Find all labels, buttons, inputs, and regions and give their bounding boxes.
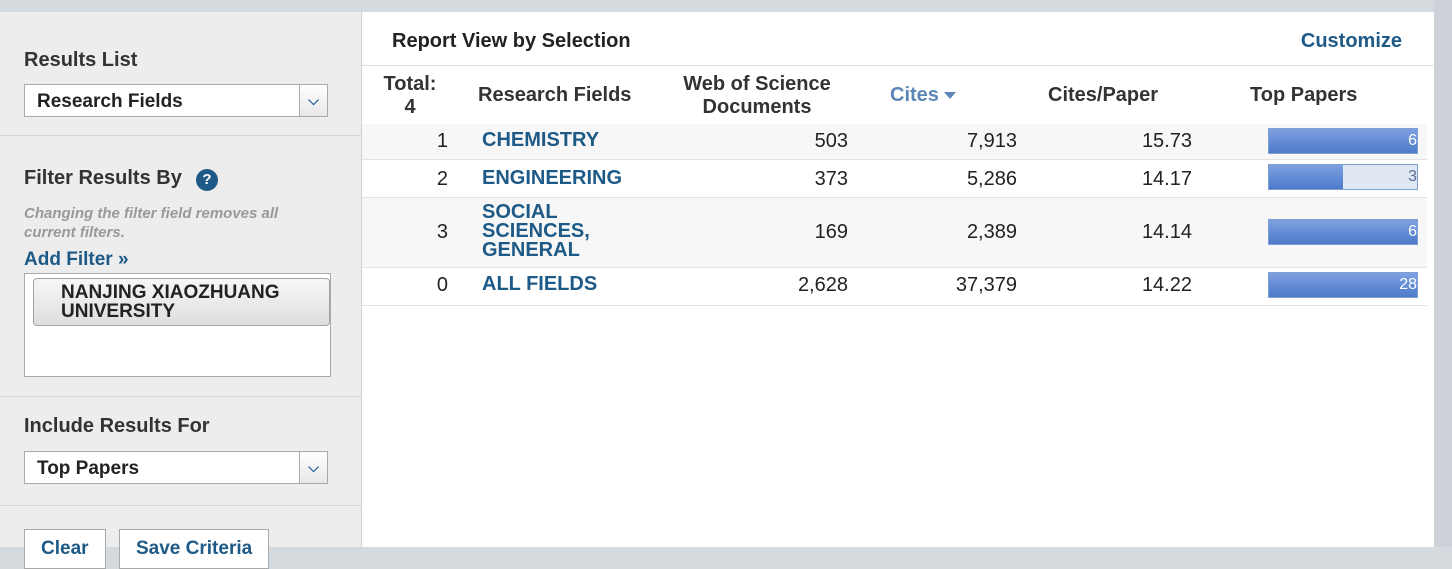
help-icon[interactable]: ? [196, 169, 218, 191]
add-filter-link[interactable]: Add Filter » [24, 249, 129, 271]
chevron-down-icon[interactable]: ⌵ [299, 452, 327, 483]
header-docs-line2: Documents [702, 96, 812, 118]
top-papers-bar: 6 [1268, 219, 1418, 245]
header-total: Total: 4 [382, 73, 438, 119]
filter-chip-label: NANJING XIAOZHUANG UNIVERSITY [61, 282, 280, 322]
table-row: 0 ALL FIELDS 2,628 37,379 14.22 28 [362, 268, 1427, 306]
save-criteria-button[interactable]: Save Criteria [119, 529, 270, 569]
row-field-link[interactable]: ALL FIELDS [482, 274, 622, 294]
clear-button[interactable]: Clear [24, 529, 106, 569]
row-cites: 2,389 [966, 221, 1017, 243]
filter-list: NANJING XIAOZHUANG UNIVERSITY [24, 273, 331, 377]
top-papers-value: 3 [1408, 168, 1417, 185]
row-rank: 0 [436, 274, 448, 296]
top-papers-bar: 28 [1268, 272, 1418, 298]
results-list-section: Results List Research Fields ⌵ [0, 12, 361, 136]
top-papers-bar-fill [1269, 220, 1417, 244]
header-top-papers: Top Papers [1250, 84, 1358, 106]
row-rank: 1 [436, 130, 448, 152]
row-docs: 503 [814, 130, 848, 152]
top-papers-bar: 6 [1268, 128, 1418, 154]
row-cites: 37,379 [955, 274, 1017, 296]
results-list-select[interactable]: Research Fields ⌵ [24, 84, 328, 117]
include-section: Include Results For Top Papers ⌵ [0, 397, 361, 506]
row-cites-per-paper: 15.73 [1141, 130, 1192, 152]
sidebar: Results List Research Fields ⌵ Filter Re… [0, 12, 362, 569]
window-edge [1434, 0, 1452, 547]
top-papers-value: 6 [1408, 223, 1417, 240]
row-cites-per-paper: 14.22 [1141, 274, 1192, 296]
table-row: 3 SOCIAL SCIENCES, GENERAL 169 2,389 14.… [362, 198, 1427, 268]
top-papers-bar-fill [1269, 273, 1417, 297]
report-panel: Report View by Selection Customize Total… [362, 12, 1434, 547]
divider [362, 65, 1434, 66]
header-docs-line1: Web of Science [683, 73, 831, 95]
filter-chip[interactable]: NANJING XIAOZHUANG UNIVERSITY [33, 278, 330, 326]
table-row: 1 CHEMISTRY 503 7,913 15.73 6 [362, 124, 1427, 160]
top-papers-bar: 3 [1268, 164, 1418, 190]
filter-heading: Filter Results By [24, 167, 182, 189]
top-papers-value: 28 [1399, 276, 1417, 293]
row-docs: 373 [814, 168, 848, 190]
row-rank: 3 [436, 221, 448, 243]
top-papers-bar-fill [1269, 165, 1343, 189]
row-field-link[interactable]: CHEMISTRY [482, 130, 622, 150]
filter-note: Changing the filter field removes all cu… [24, 205, 279, 241]
header-total-label: Total: [383, 73, 437, 95]
row-cites-per-paper: 14.17 [1141, 168, 1192, 190]
report-title: Report View by Selection [392, 30, 631, 52]
table-row: 2 ENGINEERING 373 5,286 14.17 3 [362, 160, 1427, 198]
top-papers-bar-fill [1269, 129, 1417, 153]
row-docs: 2,628 [797, 274, 848, 296]
row-rank: 2 [436, 168, 448, 190]
row-field-link[interactable]: SOCIAL SCIENCES, GENERAL [482, 202, 612, 260]
header-research-fields: Research Fields [478, 84, 632, 106]
header-cites-per-paper: Cites/Paper [1048, 84, 1159, 106]
header-total-count: 4 [404, 96, 416, 118]
results-list-value: Research Fields [37, 91, 183, 112]
header-wos-documents: Web of Science Documents [672, 73, 842, 119]
results-list-heading: Results List [24, 49, 138, 71]
customize-link[interactable]: Customize [1301, 30, 1402, 53]
row-cites: 5,286 [966, 168, 1017, 190]
row-docs: 169 [814, 221, 848, 243]
header-cites[interactable]: Cites [890, 84, 980, 107]
row-field-link[interactable]: ENGINEERING [482, 168, 622, 188]
row-cites-per-paper: 14.14 [1141, 221, 1192, 243]
top-papers-value: 6 [1408, 132, 1417, 149]
include-select[interactable]: Top Papers ⌵ [24, 451, 328, 484]
include-heading: Include Results For [24, 415, 210, 437]
sort-down-icon [943, 92, 956, 100]
chevron-down-icon[interactable]: ⌵ [299, 85, 327, 116]
row-cites: 7,913 [966, 130, 1017, 152]
header-cites-label: Cites [890, 84, 939, 106]
include-value: Top Papers [37, 458, 140, 479]
